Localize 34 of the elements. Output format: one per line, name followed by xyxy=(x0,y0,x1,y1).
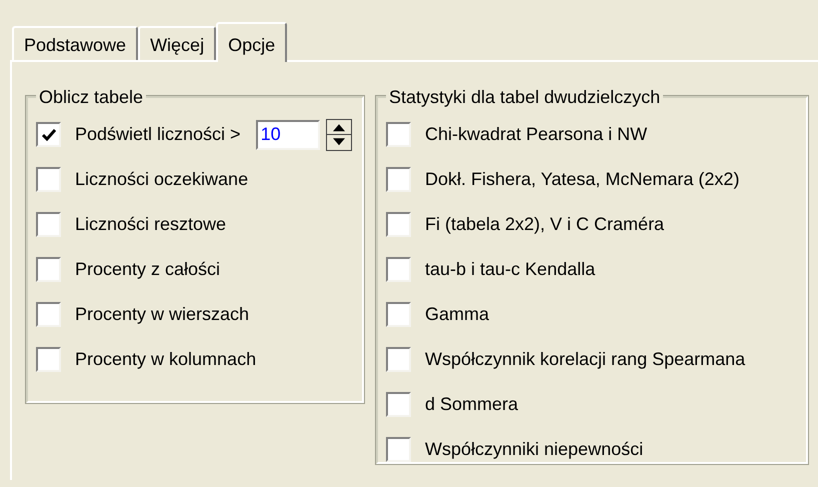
spinner[interactable] xyxy=(326,118,352,150)
checkbox-label[interactable]: Procenty w wierszach xyxy=(75,301,250,328)
checkbox[interactable] xyxy=(36,167,61,192)
tab[interactable]: Opcje xyxy=(216,22,288,62)
checkbox-label[interactable]: Chi-kwadrat Pearsona i NW xyxy=(425,121,648,148)
checkbox[interactable] xyxy=(386,347,411,372)
checkbox-label[interactable]: Podświetl liczności > xyxy=(75,121,241,148)
checkbox[interactable] xyxy=(386,257,411,282)
checkbox-label[interactable]: tau-b i tau-c Kendalla xyxy=(425,256,596,283)
checkbox-label[interactable]: d Sommera xyxy=(425,391,518,418)
count-field[interactable]: 10 xyxy=(256,120,320,150)
checkbox[interactable] xyxy=(386,392,411,417)
checkmark-icon xyxy=(42,128,56,140)
checkbox-label[interactable]: Procenty w kolumnach xyxy=(75,346,256,373)
checkbox-label[interactable]: Liczności oczekiwane xyxy=(75,166,248,193)
tab[interactable]: Więcej xyxy=(138,26,216,60)
checkbox-label[interactable]: Fi (tabela 2x2), V i C Craméra xyxy=(425,211,664,238)
checkbox-label[interactable]: Współczynniki niepewności xyxy=(425,436,644,463)
checkbox[interactable] xyxy=(36,257,61,282)
checkbox[interactable] xyxy=(36,122,61,147)
checkbox-label[interactable]: Procenty z całości xyxy=(75,256,220,283)
checkbox[interactable] xyxy=(36,347,61,372)
checkbox[interactable] xyxy=(386,302,411,327)
checkbox-label[interactable]: Gamma xyxy=(425,301,490,328)
checkbox[interactable] xyxy=(36,302,61,327)
checkbox[interactable] xyxy=(386,437,411,462)
tab[interactable]: Podstawowe xyxy=(12,26,138,60)
checkbox-label[interactable]: Dokł. Fishera, Yatesa, McNemara (2x2) xyxy=(425,166,740,193)
checkbox[interactable] xyxy=(386,167,411,192)
checkbox[interactable] xyxy=(36,212,61,237)
checkbox-label[interactable]: Liczności resztowe xyxy=(75,211,226,238)
checkbox[interactable] xyxy=(386,122,411,147)
checkbox-label[interactable]: Współczynnik korelacji rang Spearmana xyxy=(425,346,746,373)
checkbox[interactable] xyxy=(386,212,411,237)
